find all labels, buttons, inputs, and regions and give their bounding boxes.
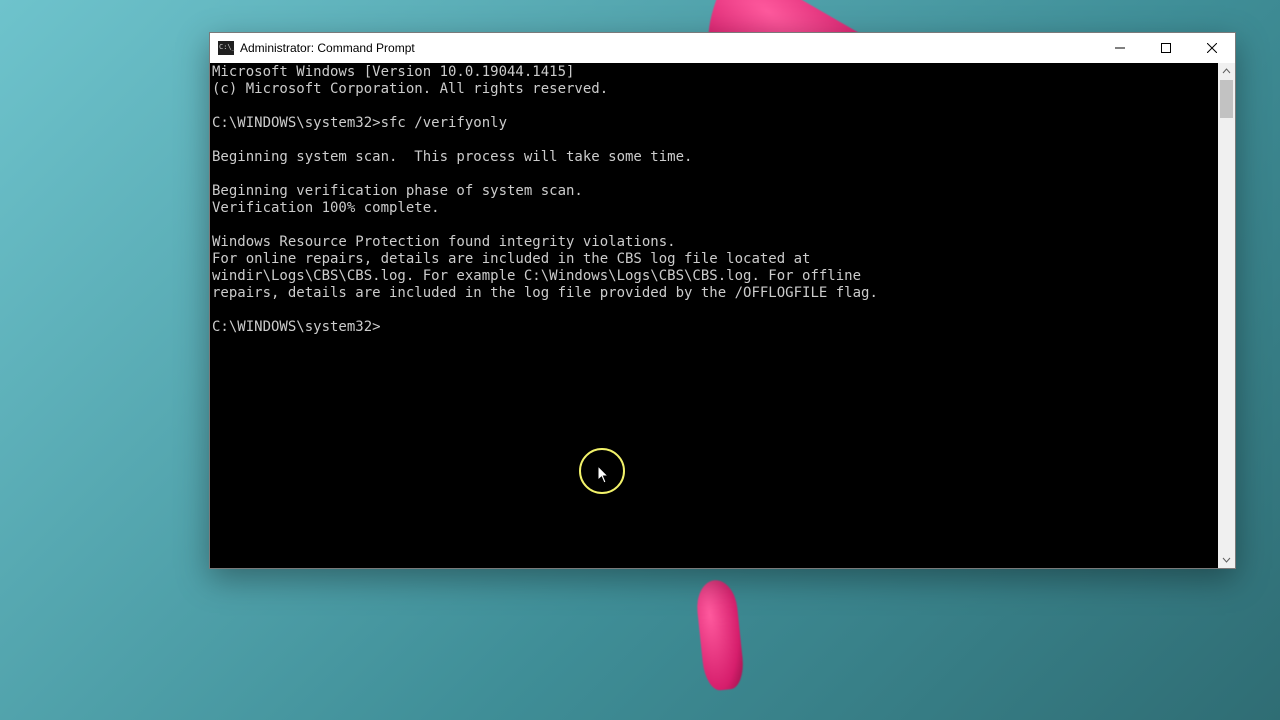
titlebar[interactable]: Administrator: Command Prompt [210, 33, 1235, 63]
console-output[interactable]: Microsoft Windows [Version 10.0.19044.14… [210, 63, 1218, 568]
maximize-button[interactable] [1143, 33, 1189, 63]
cmd-icon [218, 41, 234, 55]
chevron-down-icon [1222, 555, 1231, 564]
scrollbar[interactable] [1218, 63, 1235, 568]
window-title: Administrator: Command Prompt [240, 41, 415, 55]
scroll-up-button[interactable] [1218, 63, 1235, 80]
maximize-icon [1161, 43, 1171, 53]
minimize-button[interactable] [1097, 33, 1143, 63]
scroll-down-button[interactable] [1218, 551, 1235, 568]
close-icon [1207, 43, 1217, 53]
desktop: Administrator: Command Prompt Microsoft … [0, 0, 1280, 720]
chevron-up-icon [1222, 67, 1231, 76]
command-prompt-window: Administrator: Command Prompt Microsoft … [209, 32, 1236, 569]
minimize-icon [1115, 43, 1125, 53]
scrollbar-track[interactable] [1218, 80, 1235, 551]
window-controls [1097, 33, 1235, 63]
wallpaper-petal [694, 578, 745, 692]
scrollbar-thumb[interactable] [1220, 80, 1233, 118]
console-area: Microsoft Windows [Version 10.0.19044.14… [210, 63, 1235, 568]
close-button[interactable] [1189, 33, 1235, 63]
